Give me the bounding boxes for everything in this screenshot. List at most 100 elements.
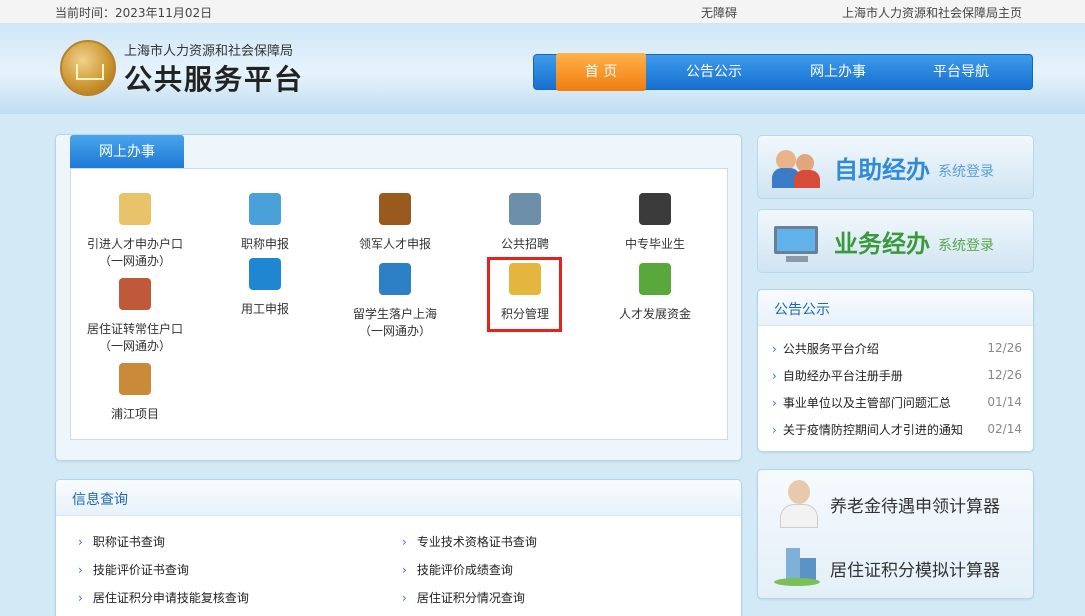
query-link-text: 居住证积分情况查询 bbox=[416, 591, 525, 605]
computer-icon bbox=[772, 220, 824, 264]
buildings-icon bbox=[772, 548, 822, 588]
self-service-title: 自助经办 bbox=[834, 156, 930, 184]
notice-item[interactable]: › 事业单位以及主管部门问题汇总 01/14 bbox=[772, 394, 1022, 411]
chevron-right-icon: › bbox=[772, 423, 777, 437]
date-label: 当前时间： bbox=[55, 6, 116, 20]
chevron-right-icon: › bbox=[772, 369, 777, 383]
query-link[interactable]: › 技能评价成绩查询 bbox=[402, 561, 513, 578]
site-title: 公共服务平台 bbox=[124, 63, 305, 96]
notice-date: 01/14 bbox=[987, 395, 1022, 409]
chevron-right-icon: › bbox=[772, 342, 777, 356]
online-services-tab[interactable]: 网上办事 bbox=[70, 135, 184, 169]
service-item[interactable]: 浦江项目 bbox=[70, 363, 200, 422]
service-label: 人才发展资金 bbox=[618, 307, 691, 321]
top-bar: 当前时间：2023年11月02日 无障碍 上海市人力资源和社会保障局主页 bbox=[0, 0, 1085, 24]
notice-item[interactable]: › 公共服务平台介绍 12/26 bbox=[772, 340, 1022, 357]
info-title: 信息查询 bbox=[72, 492, 128, 508]
notice-date: 12/26 bbox=[987, 341, 1022, 355]
nav-online-services[interactable]: 网上办事 bbox=[788, 55, 888, 89]
notice-item[interactable]: › 关于疫情防控期间人才引进的通知 02/14 bbox=[772, 421, 1022, 438]
service-label: 中专毕业生 bbox=[624, 237, 685, 251]
query-link-text: 居住证积分申请技能复核查询 bbox=[92, 591, 249, 605]
self-service-sub: 系统登录 bbox=[938, 164, 994, 180]
calculator-panel: 养老金待遇申领计算器 居住证积分模拟计算器 bbox=[757, 469, 1034, 599]
bureau-home-link[interactable]: 上海市人力资源和社会保障局主页 bbox=[842, 4, 1022, 21]
chevron-right-icon: › bbox=[78, 563, 83, 577]
accessibility-link[interactable]: 无障碍 bbox=[701, 4, 737, 21]
info-query-panel: 信息查询 › 职称证书查询 › 专业技术资格证书查询 › 技能评价证书查询 › 技能评价… bbox=[55, 479, 742, 616]
documents-stack-icon bbox=[379, 263, 411, 295]
service-item[interactable]: 职称申报 bbox=[200, 193, 330, 252]
self-service-login-banner[interactable]: 自助经办 系统登录 bbox=[757, 135, 1034, 199]
notice-item[interactable]: › 自助经办平台注册手册 12/26 bbox=[772, 367, 1022, 384]
service-item[interactable]: 人才发展资金 bbox=[590, 263, 720, 322]
chevron-right-icon: › bbox=[772, 396, 777, 410]
service-label: 职称申报 bbox=[240, 237, 289, 251]
service-item[interactable]: 居住证转常住户口 （一网通办） bbox=[70, 278, 200, 354]
service-item[interactable]: 领军人才申报 bbox=[330, 193, 460, 252]
service-sublabel: （一网通办） bbox=[98, 254, 171, 268]
header: 上海市人力资源和社会保障局 公共服务平台 首 页 公告公示 网上办事 平台导航 bbox=[0, 24, 1085, 114]
recruit-person-icon bbox=[509, 193, 541, 225]
nav-home[interactable]: 首 页 bbox=[556, 53, 646, 91]
envelope-folder-icon bbox=[119, 193, 151, 225]
business-sub: 系统登录 bbox=[938, 238, 994, 254]
query-link[interactable]: › 技能评价证书查询 bbox=[78, 561, 189, 578]
chevron-right-icon: › bbox=[402, 563, 407, 577]
main-nav: 首 页 公告公示 网上办事 平台导航 bbox=[533, 53, 1033, 91]
chevron-right-icon: › bbox=[78, 535, 83, 549]
notice-text: 事业单位以及主管部门问题汇总 bbox=[782, 396, 951, 410]
graduate-icon bbox=[639, 193, 671, 225]
business-title: 业务经办 bbox=[834, 230, 930, 258]
query-link[interactable]: › 专业技术资格证书查询 bbox=[402, 533, 537, 550]
list-book-icon bbox=[249, 258, 281, 290]
service-item[interactable]: 用工申报 bbox=[200, 258, 330, 317]
service-label: 引进人才申办户口 bbox=[86, 237, 183, 251]
query-link[interactable]: › 居住证积分申请技能复核查询 bbox=[78, 589, 249, 606]
chevron-right-icon: › bbox=[78, 591, 83, 605]
service-label: 领军人才申报 bbox=[358, 237, 431, 251]
selected-highlight-box bbox=[487, 257, 562, 332]
notice-header: 公告公示 bbox=[758, 290, 1033, 326]
notice-title: 公告公示 bbox=[774, 302, 830, 318]
notice-date: 12/26 bbox=[987, 368, 1022, 382]
query-link-text: 专业技术资格证书查询 bbox=[416, 535, 537, 549]
people-icon bbox=[119, 278, 151, 310]
briefcase-icon bbox=[379, 193, 411, 225]
current-time: 当前时间：2023年11月02日 bbox=[55, 4, 212, 21]
chevron-right-icon: › bbox=[402, 535, 407, 549]
info-header: 信息查询 bbox=[56, 480, 741, 516]
nav-notice[interactable]: 公告公示 bbox=[664, 55, 764, 89]
service-item[interactable]: 中专毕业生 bbox=[590, 193, 720, 252]
service-label: 用工申报 bbox=[240, 302, 289, 316]
query-link-text: 技能评价证书查询 bbox=[92, 563, 189, 577]
residence-points-calculator-link[interactable]: 居住证积分模拟计算器 bbox=[758, 534, 1033, 598]
chevron-right-icon: › bbox=[402, 591, 407, 605]
notice-panel: 公告公示 › 公共服务平台介绍 12/26 › 自助经办平台注册手册 12/26 › 事业… bbox=[757, 289, 1034, 452]
query-link[interactable]: › 职称证书查询 bbox=[78, 533, 165, 550]
money-icon bbox=[639, 263, 671, 295]
elder-person-icon bbox=[778, 478, 818, 528]
people-icon bbox=[772, 146, 824, 190]
notice-text: 自助经办平台注册手册 bbox=[782, 369, 903, 383]
date-value: 2023年11月02日 bbox=[115, 6, 213, 20]
query-link-text: 技能评价成绩查询 bbox=[416, 563, 513, 577]
service-item[interactable]: 引进人才申办户口 （一网通办） bbox=[70, 193, 200, 269]
service-sublabel: （一网通办） bbox=[98, 339, 171, 353]
emblem-logo bbox=[60, 40, 116, 96]
service-label: 居住证转常住户口 bbox=[86, 322, 183, 336]
service-item[interactable]: 公共招聘 bbox=[460, 193, 590, 252]
notice-text: 关于疫情防控期间人才引进的通知 bbox=[782, 423, 963, 437]
query-link[interactable]: › 居住证积分情况查询 bbox=[402, 589, 525, 606]
residence-points-calculator-label: 居住证积分模拟计算器 bbox=[830, 561, 1000, 581]
notice-text: 公共服务平台介绍 bbox=[782, 342, 879, 356]
service-label: 留学生落户上海 bbox=[352, 307, 437, 321]
nav-platform-guide[interactable]: 平台导航 bbox=[911, 55, 1011, 89]
pension-calculator-link[interactable]: 养老金待遇申领计算器 bbox=[758, 470, 1033, 534]
business-login-banner[interactable]: 业务经办 系统登录 bbox=[757, 209, 1034, 273]
query-link-text: 职称证书查询 bbox=[92, 535, 165, 549]
service-item[interactable]: 留学生落户上海 （一网通办） bbox=[330, 263, 460, 339]
header-subtitle: 上海市人力资源和社会保障局 bbox=[124, 44, 294, 59]
house-arrow-icon bbox=[119, 363, 151, 395]
notice-date: 02/14 bbox=[987, 422, 1022, 436]
